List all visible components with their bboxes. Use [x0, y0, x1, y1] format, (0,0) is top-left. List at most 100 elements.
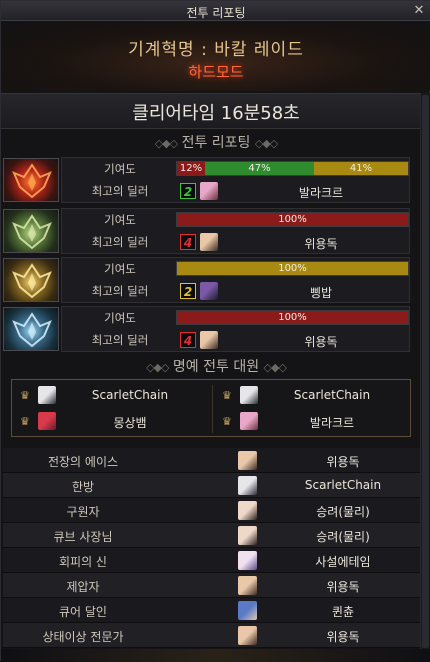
award-recipient: 위용독 — [326, 630, 360, 644]
award-title: 구원자 — [66, 505, 100, 519]
top-dealer-label: 최고의 딜러 — [91, 284, 149, 298]
avatar — [38, 412, 56, 430]
boss-row: 기여도 100% 최고의 딜러 4 위용독 — [3, 306, 420, 353]
top-dealer-label: 최고의 딜러 — [91, 235, 149, 249]
award-title: 큐브 사장님 — [53, 530, 113, 544]
award-row: 회피의 신 사설에테임 — [3, 548, 420, 573]
section-deco-left: ◇◆◇ — [154, 137, 178, 150]
contribution-bar: 100% — [176, 212, 409, 227]
contribution-segment: 47% — [205, 162, 314, 175]
award-recipient: 퀸츈 — [331, 605, 355, 619]
contribution-segment: 100% — [177, 262, 408, 275]
boss-info-panel: 기여도 12% 47% 41% 최고의 딜러 2 발라크르 — [61, 157, 410, 203]
award-title: 전장의 에이스 — [47, 455, 119, 469]
close-icon[interactable]: ✕ — [411, 3, 427, 19]
award-title: 상태이상 전문가 — [42, 630, 124, 644]
award-row: 큐어 달인 퀸츈 — [3, 598, 420, 623]
honor-member-name: ScarletChain — [91, 388, 169, 402]
contribution-segment: 100% — [177, 311, 408, 324]
award-title: 큐어 달인 — [59, 605, 107, 619]
boss-emblem-icon — [12, 263, 52, 299]
title-bar[interactable]: 전투 리포팅 ✕ — [1, 1, 430, 21]
honor-member: ♛ ScarletChain — [16, 385, 206, 407]
window-title: 전투 리포팅 — [186, 6, 246, 20]
honor-member-name: ScarletChain — [293, 388, 371, 402]
avatar — [200, 331, 218, 349]
top-dealer-label: 최고의 딜러 — [91, 333, 149, 347]
avatar — [238, 476, 257, 495]
grade-badge: 4 — [180, 234, 196, 250]
contribution-segment: 41% — [314, 162, 408, 175]
avatar — [200, 233, 218, 251]
honor-member: ♛ 발라크르 — [218, 411, 408, 433]
contribution-label: 기여도 — [104, 311, 136, 325]
grade-badge: 4 — [180, 332, 196, 348]
boss-blue-icon — [3, 307, 59, 351]
avatar — [238, 501, 257, 520]
crown-icon: ♛ — [222, 415, 232, 428]
award-recipient: ScarletChain — [304, 478, 382, 492]
dealer-name: 삥밥 — [309, 286, 333, 300]
boss-row: 기여도 100% 최고의 딜러 2 삥밥 — [3, 257, 420, 304]
dealer-name: 위용독 — [304, 237, 338, 251]
honor-divider — [212, 385, 213, 433]
scrollbar-thumb[interactable] — [422, 95, 429, 648]
difficulty-label: 하드모드 — [188, 63, 244, 81]
award-title: 제압자 — [66, 580, 100, 594]
award-recipient: 승려(물리) — [316, 505, 370, 519]
award-row: 한방 ScarletChain — [3, 473, 420, 498]
avatar — [238, 526, 257, 545]
award-recipient: 위용독 — [326, 580, 360, 594]
avatar — [38, 386, 56, 404]
boss-info-panel: 기여도 100% 최고의 딜러 4 위용독 — [61, 208, 410, 254]
honor-members-panel: ♛ ScarletChain ♛ ScarletChain ♛ 몽상뱀 ♛ 발라… — [11, 379, 411, 437]
honor-section-header: ◇◆◇ 명예 전투 대원 ◇◆◇ — [1, 356, 430, 376]
contribution-bar: 100% — [176, 310, 409, 325]
honor-member: ♛ ScarletChain — [218, 385, 408, 407]
report-section-header: ◇◆◇ 전투 리포팅 ◇◆◇ — [1, 132, 430, 152]
avatar — [238, 576, 257, 595]
crown-icon: ♛ — [20, 389, 30, 402]
section-deco-left: ◇◆◇ — [146, 361, 169, 374]
boss-emblem-icon — [12, 214, 52, 250]
grade-badge: 2 — [180, 183, 196, 199]
honor-member-name: 발라크르 — [309, 416, 355, 430]
honor-member: ♛ 몽상뱀 — [16, 411, 206, 433]
dealer-name: 위용독 — [304, 335, 338, 349]
avatar — [200, 182, 218, 200]
boss-emblem-icon — [12, 312, 52, 348]
crown-icon: ♛ — [20, 415, 30, 428]
award-row: 상태이상 전문가 위용독 — [3, 623, 420, 648]
boss-info-panel: 기여도 100% 최고의 딜러 4 위용독 — [61, 306, 410, 352]
award-row: 제압자 위용독 — [3, 573, 420, 598]
contribution-bar: 100% — [176, 261, 409, 276]
award-recipient: 위용독 — [326, 455, 360, 469]
contribution-label: 기여도 — [104, 162, 136, 176]
section-deco-right: ◇◆◇ — [263, 361, 287, 374]
avatar — [240, 412, 258, 430]
boss-gold-icon — [3, 258, 59, 302]
honor-member-name: 몽상뱀 — [113, 416, 147, 430]
boss-row: 기여도 12% 47% 41% 최고의 딜러 2 발라크르 — [3, 157, 420, 204]
clear-time: 클리어타임 16분58초 — [132, 103, 300, 124]
award-title: 회피의 신 — [59, 555, 107, 569]
bottom-edge — [1, 649, 430, 662]
top-dealer: 4 위용독 — [176, 331, 409, 349]
report-section-title: 전투 리포팅 — [181, 135, 251, 151]
boss-green-icon — [3, 209, 59, 253]
avatar — [200, 282, 218, 300]
contribution-bar: 12% 47% 41% — [176, 161, 409, 176]
battle-report-window: 전투 리포팅 ✕ 기계혁명 : 바칼 레이드 하드모드 클리어타임 16분58초… — [0, 0, 430, 662]
top-dealer: 2 삥밥 — [176, 282, 409, 300]
avatar — [240, 386, 258, 404]
avatar — [238, 601, 257, 620]
raid-title: 기계혁명 : 바칼 레이드 — [128, 40, 304, 60]
award-row: 구원자 승려(물리) — [3, 498, 420, 523]
section-deco-right: ◇◆◇ — [254, 137, 278, 150]
award-row: 전장의 에이스 위용독 — [3, 448, 420, 473]
contribution-segment: 12% — [177, 162, 205, 175]
boss-info-panel: 기여도 100% 최고의 딜러 2 삥밥 — [61, 257, 410, 303]
avatar — [238, 451, 257, 470]
scrollbar[interactable] — [420, 93, 430, 653]
boss-row: 기여도 100% 최고의 딜러 4 위용독 — [3, 208, 420, 255]
